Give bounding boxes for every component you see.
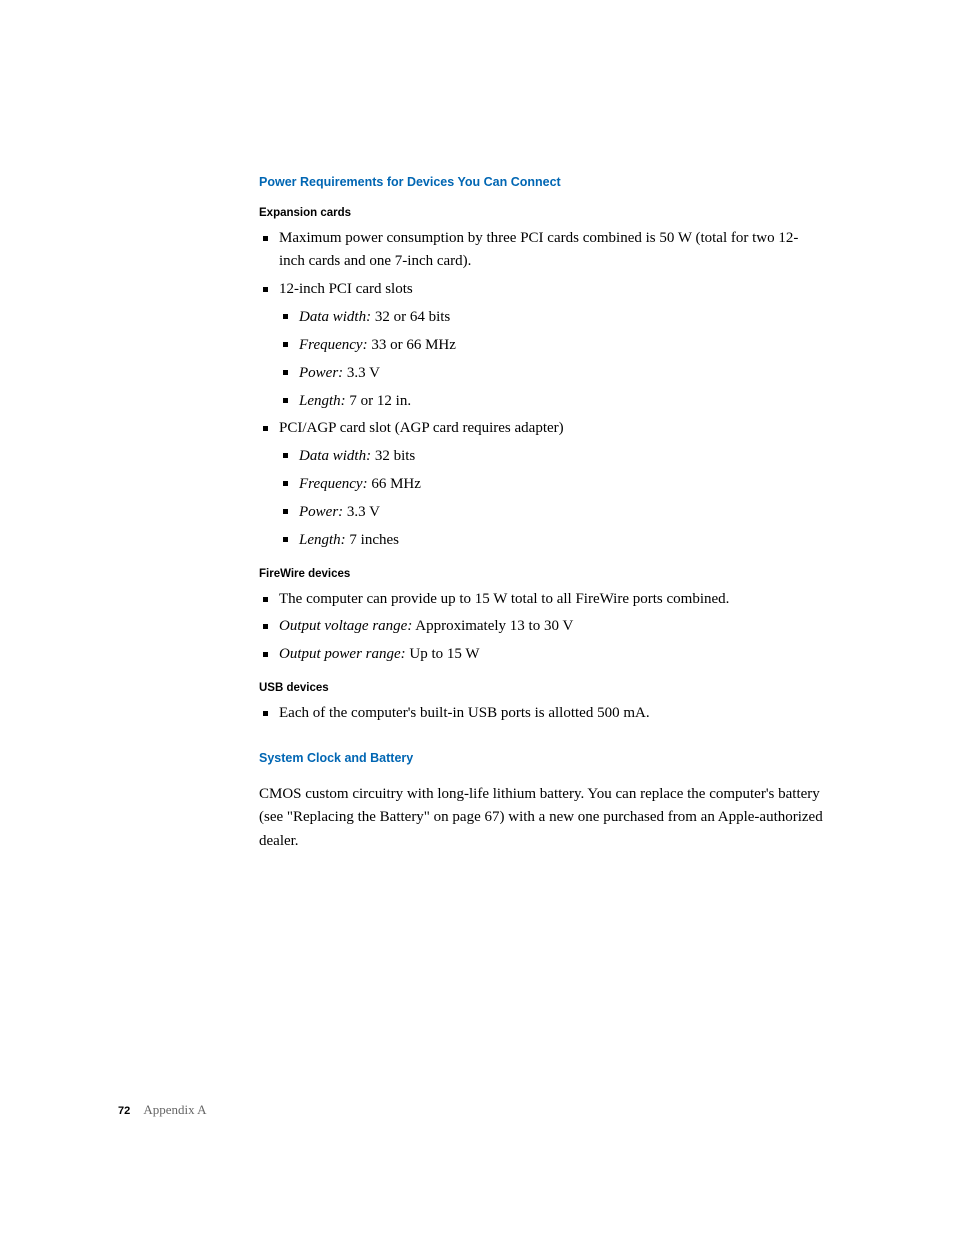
list-item: Output power range: Up to 15 W <box>259 643 824 666</box>
list-item: Length: 7 inches <box>279 528 824 552</box>
spec-value: 7 or 12 in. <box>346 393 411 409</box>
spec-label: Output voltage range: <box>279 618 412 634</box>
spec-value: Approximately 13 to 30 V <box>412 618 573 634</box>
spec-value: 3.3 V <box>343 504 380 520</box>
subheading-expansion-cards: Expansion cards <box>259 207 824 219</box>
appendix-label: Appendix A <box>143 1102 206 1117</box>
list-usb: Each of the computer's built-in USB port… <box>259 702 824 725</box>
spec-value: 66 MHz <box>368 476 421 492</box>
list-item: 12-inch PCI card slots Data width: 32 or… <box>259 278 824 413</box>
list-expansion: Maximum power consumption by three PCI c… <box>259 227 824 552</box>
list-item: Maximum power consumption by three PCI c… <box>259 227 824 274</box>
sublist: Data width: 32 bits Frequency: 66 MHz Po… <box>279 444 824 552</box>
list-item: Frequency: 66 MHz <box>279 472 824 496</box>
spec-label: Length: <box>299 532 346 548</box>
spec-value: 32 bits <box>371 448 415 464</box>
list-item: Data width: 32 or 64 bits <box>279 305 824 329</box>
list-item: Power: 3.3 V <box>279 361 824 385</box>
sublist: Data width: 32 or 64 bits Frequency: 33 … <box>279 305 824 413</box>
page-content: Power Requirements for Devices You Can C… <box>0 0 954 853</box>
list-text: Each of the computer's built-in USB port… <box>279 705 650 721</box>
heading-power-requirements: Power Requirements for Devices You Can C… <box>259 175 824 189</box>
spec-value: 33 or 66 MHz <box>368 337 456 353</box>
spec-label: Data width: <box>299 448 371 464</box>
spec-label: Frequency: <box>299 476 368 492</box>
page-number: 72 <box>118 1105 130 1117</box>
list-item: Data width: 32 bits <box>279 444 824 468</box>
paragraph-clock: CMOS custom circuitry with long-life lit… <box>259 783 824 853</box>
subheading-firewire: FireWire devices <box>259 568 824 580</box>
spec-value: 7 inches <box>346 532 399 548</box>
spec-label: Output power range: <box>279 646 406 662</box>
list-item: Length: 7 or 12 in. <box>279 389 824 413</box>
list-item: Output voltage range: Approximately 13 t… <box>259 615 824 638</box>
subheading-usb: USB devices <box>259 682 824 694</box>
list-text: 12-inch PCI card slots <box>279 281 413 297</box>
spec-value: Up to 15 W <box>406 646 480 662</box>
list-firewire: The computer can provide up to 15 W tota… <box>259 588 824 666</box>
spec-label: Data width: <box>299 309 371 325</box>
section-expansion-cards: Expansion cards Maximum power consumptio… <box>259 207 824 552</box>
spec-value: 3.3 V <box>343 365 380 381</box>
list-item: Power: 3.3 V <box>279 500 824 524</box>
list-item: Frequency: 33 or 66 MHz <box>279 333 824 357</box>
list-text: PCI/AGP card slot (AGP card requires ada… <box>279 420 564 436</box>
spec-label: Power: <box>299 504 343 520</box>
list-text: The computer can provide up to 15 W tota… <box>279 591 729 607</box>
list-item: PCI/AGP card slot (AGP card requires ada… <box>259 417 824 552</box>
spec-label: Frequency: <box>299 337 368 353</box>
spec-label: Power: <box>299 365 343 381</box>
spec-value: 32 or 64 bits <box>371 309 450 325</box>
heading-system-clock: System Clock and Battery <box>259 751 824 765</box>
list-text: Maximum power consumption by three PCI c… <box>279 230 798 269</box>
section-usb: USB devices Each of the computer's built… <box>259 682 824 725</box>
list-item: The computer can provide up to 15 W tota… <box>259 588 824 611</box>
list-item: Each of the computer's built-in USB port… <box>259 702 824 725</box>
section-firewire: FireWire devices The computer can provid… <box>259 568 824 666</box>
spec-label: Length: <box>299 393 346 409</box>
page-footer: 72 Appendix A <box>118 1102 207 1118</box>
